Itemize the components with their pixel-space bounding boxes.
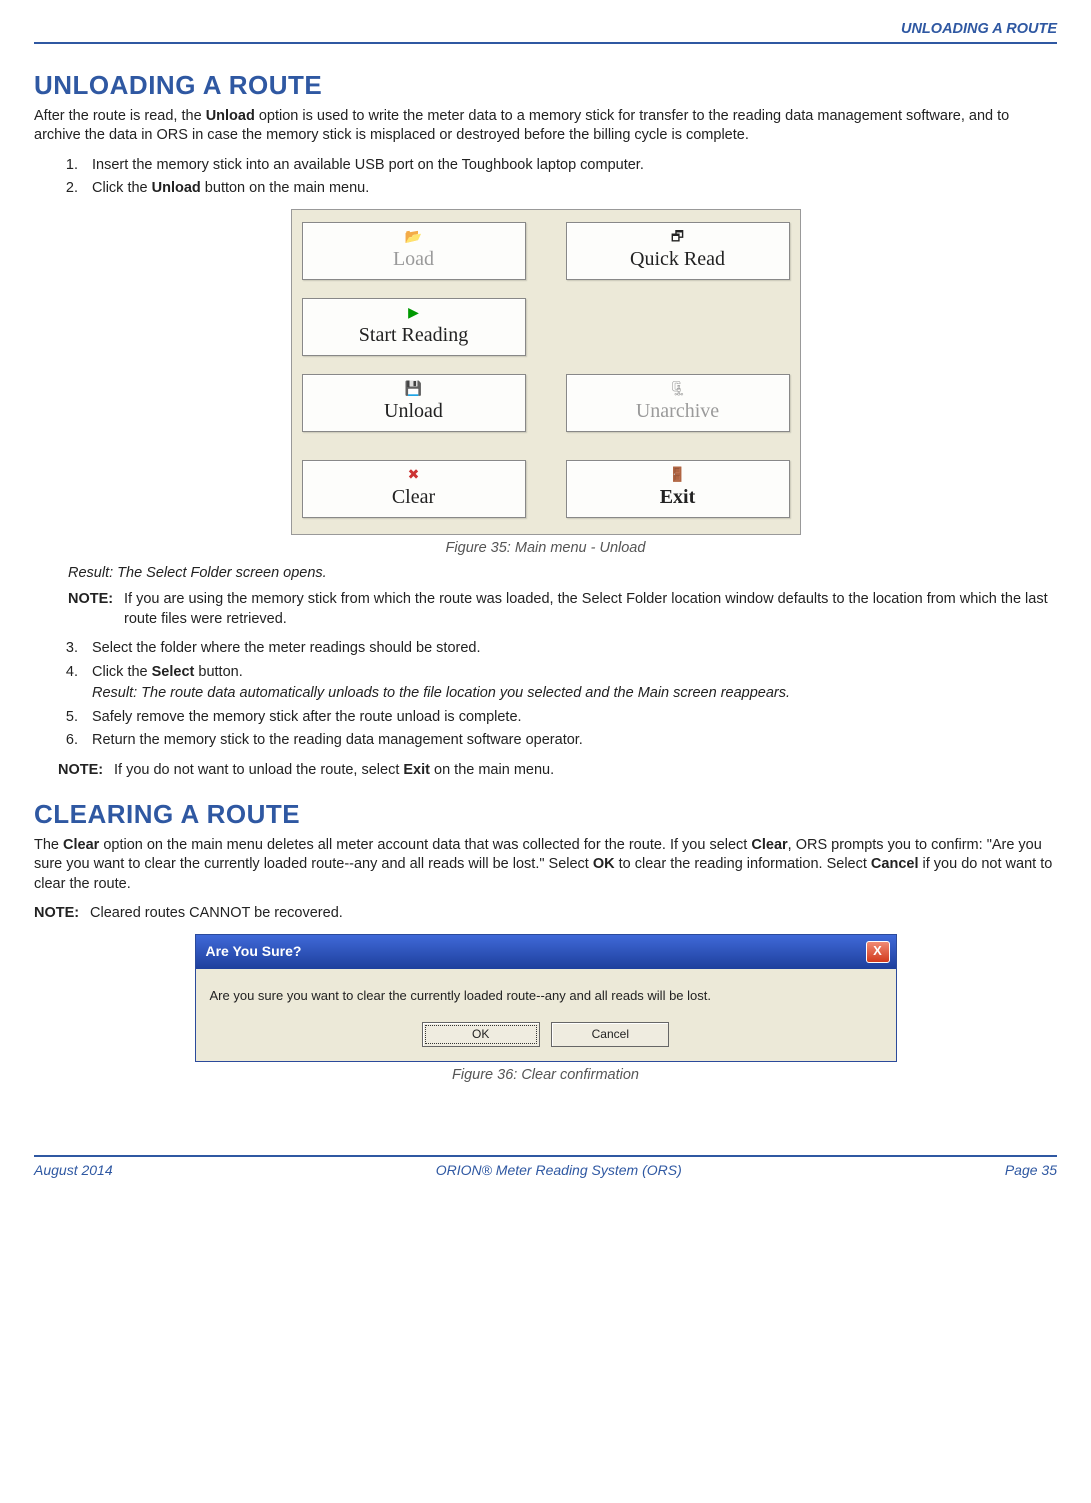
button-label: Unload — [384, 400, 443, 422]
close-icon[interactable]: X — [866, 941, 890, 963]
page-footer: August 2014 ORION® Meter Reading System … — [34, 1155, 1057, 1180]
figure-36-caption: Figure 36: Clear confirmation — [34, 1066, 1057, 1086]
step-1: Insert the memory stick into an availabl… — [82, 156, 1057, 176]
note-text: If you do not want to unload the route, … — [114, 761, 554, 781]
dialog-titlebar: Are You Sure? X — [196, 935, 896, 969]
ok-button[interactable]: OK — [422, 1022, 540, 1046]
start-reading-button[interactable]: ▶ Start Reading — [302, 298, 526, 356]
dialog-title: Are You Sure? — [206, 942, 302, 961]
cancel-button[interactable]: Cancel — [551, 1022, 669, 1046]
note-block: NOTE: If you do not want to unload the r… — [58, 761, 1057, 781]
clearing-paragraph: The Clear option on the main menu delete… — [34, 836, 1057, 895]
button-label: Unarchive — [636, 400, 719, 422]
text: Click the — [92, 180, 152, 196]
button-label: Clear — [392, 486, 435, 508]
intro-paragraph: After the route is read, the Unload opti… — [34, 107, 1057, 146]
folder-open-icon: 📂 — [307, 227, 521, 245]
text-bold: Unload — [206, 108, 255, 124]
text-bold: Select — [152, 664, 195, 680]
text: button. — [194, 664, 242, 680]
footer-date: August 2014 — [34, 1161, 113, 1180]
result-text: Result: The route data automatically unl… — [92, 684, 1057, 704]
step-4: Click the Select button. Result: The rou… — [82, 663, 1057, 704]
section-title-clearing: CLEARING A ROUTE — [34, 797, 1057, 832]
quick-read-button[interactable]: 🗗 Quick Read — [566, 222, 790, 280]
figure-35-caption: Figure 35: Main menu - Unload — [34, 539, 1057, 559]
clear-button[interactable]: ✖ Clear — [302, 460, 526, 518]
step-3: Select the folder where the meter readin… — [82, 639, 1057, 659]
note-block: NOTE: Cleared routes CANNOT be recovered… — [34, 904, 1057, 924]
text: After the route is read, the — [34, 108, 206, 124]
button-label: Load — [393, 248, 434, 270]
text: Click the — [92, 664, 152, 680]
play-icon: ▶ — [307, 303, 521, 321]
text-bold: Unload — [152, 180, 201, 196]
step-5: Safely remove the memory stick after the… — [82, 708, 1057, 728]
button-label: Quick Read — [630, 248, 725, 270]
button-label: Start Reading — [359, 324, 468, 346]
grid-icon: 🗗 — [571, 227, 785, 245]
note-label: NOTE: — [68, 590, 124, 629]
figure-36-dialog: Are You Sure? X Are you sure you want to… — [195, 934, 897, 1062]
note-label: NOTE: — [58, 761, 114, 781]
footer-title: ORION® Meter Reading System (ORS) — [436, 1161, 682, 1180]
unload-button[interactable]: 💾 Unload — [302, 374, 526, 432]
text: button on the main menu. — [201, 180, 369, 196]
note-text: Cleared routes CANNOT be recovered. — [90, 904, 343, 924]
load-button[interactable]: 📂 Load — [302, 222, 526, 280]
exit-button[interactable]: 🚪 Exit — [566, 460, 790, 518]
section-title-unloading: UNLOADING A ROUTE — [34, 68, 1057, 103]
note-text: If you are using the memory stick from w… — [124, 590, 1057, 629]
dialog-message: Are you sure you want to clear the curre… — [210, 987, 882, 1005]
footer-page: Page 35 — [1005, 1161, 1057, 1180]
unarchive-icon: 🗜 — [571, 379, 785, 397]
step-6: Return the memory stick to the reading d… — [82, 731, 1057, 751]
figure-35-main-menu: 📂 Load 🗗 Quick Read ▶ Start Reading 💾 Un… — [291, 209, 801, 535]
note-label: NOTE: — [34, 904, 90, 924]
running-head: UNLOADING A ROUTE — [34, 20, 1057, 44]
button-label: Exit — [660, 486, 696, 508]
unarchive-button[interactable]: 🗜 Unarchive — [566, 374, 790, 432]
clear-icon: ✖ — [307, 465, 521, 483]
floppy-disk-icon: 💾 — [307, 379, 521, 397]
door-exit-icon: 🚪 — [571, 465, 785, 483]
step-2: Click the Unload button on the main menu… — [82, 179, 1057, 199]
result-text: Result: The Select Folder screen opens. — [68, 564, 1057, 584]
note-block: NOTE: If you are using the memory stick … — [68, 590, 1057, 629]
